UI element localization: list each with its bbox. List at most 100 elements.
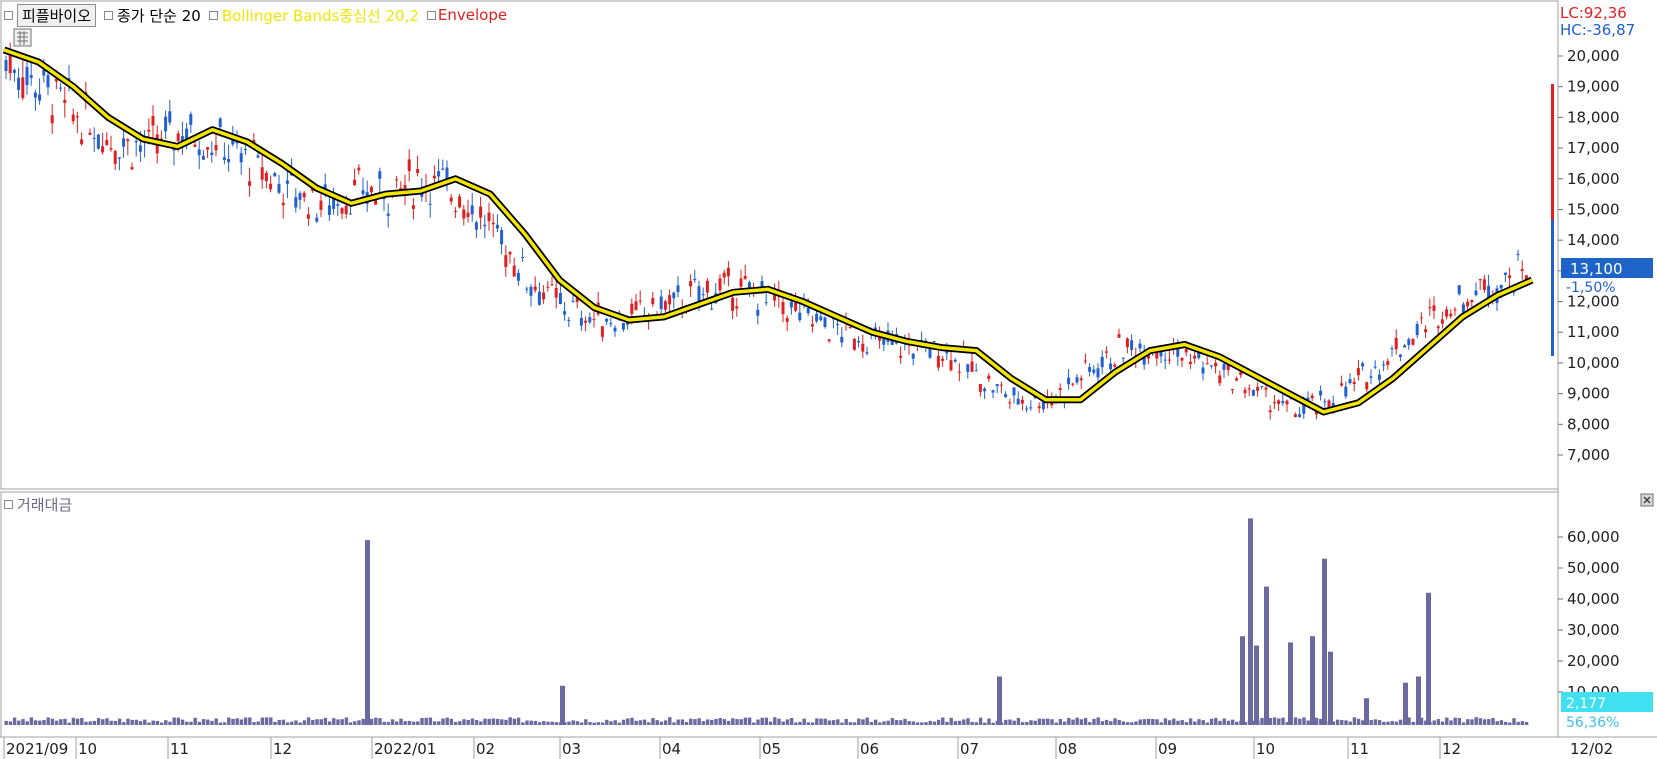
volume-bar (235, 718, 239, 725)
candle-body (71, 114, 75, 122)
date-tick-label: 03 (562, 740, 581, 758)
volume-bar (378, 718, 382, 725)
volume-bar (374, 717, 378, 725)
volume-bar (882, 721, 886, 725)
volume-bar (1025, 722, 1029, 725)
volume-bar (71, 717, 76, 725)
candle-body (563, 311, 567, 315)
volume-bar (441, 718, 445, 725)
candle-body (932, 341, 936, 343)
volume-bar (96, 718, 101, 725)
candle-body (273, 173, 277, 177)
volume-bar (445, 717, 449, 725)
candle-body (525, 288, 529, 290)
volume-bar (1188, 718, 1193, 725)
candle-body (550, 284, 554, 286)
candle-body (256, 155, 260, 158)
volume-bar (361, 718, 365, 725)
grid-icon[interactable] (13, 28, 32, 47)
volume-bar (1109, 721, 1113, 725)
candle-body (819, 316, 823, 321)
volume-bar (147, 722, 151, 725)
candle-body (941, 358, 945, 361)
candle-body (1256, 386, 1260, 391)
volume-bar (281, 719, 286, 725)
candle-body (449, 197, 453, 202)
candle-body (1230, 389, 1234, 391)
candle-body (613, 327, 617, 332)
volume-spike-bar (1254, 645, 1259, 725)
volume-tick-label: 20,000 (1567, 652, 1620, 670)
candle-body (1205, 363, 1209, 365)
volume-bar (185, 721, 189, 725)
candle-body (1285, 400, 1289, 405)
candle-body (1004, 394, 1008, 398)
candle-body (197, 149, 201, 156)
volume-bar (785, 719, 790, 725)
candle-body (1067, 377, 1071, 385)
candle-body (974, 370, 978, 372)
candle-body (1403, 345, 1407, 348)
candle-body (810, 324, 814, 327)
volume-bar (1516, 721, 1520, 725)
volume-bar (369, 718, 374, 725)
candle-body (651, 298, 655, 305)
volume-bar (537, 722, 542, 725)
volume-bar (873, 719, 878, 725)
volume-spike-bar (1403, 682, 1408, 725)
volume-bar (932, 721, 937, 725)
volume-bar (269, 717, 273, 725)
volume-bar (714, 718, 718, 725)
candle-body (361, 190, 365, 195)
volume-bar (1075, 717, 1079, 725)
volume-bar (294, 720, 298, 725)
volume-bar (739, 719, 743, 725)
candle-body (1268, 410, 1272, 413)
candle-body (201, 155, 205, 160)
candle-body (605, 318, 609, 322)
candle-body (592, 318, 596, 320)
volume-bar (46, 717, 50, 725)
volume-bar (1520, 721, 1525, 725)
volume-bar (54, 720, 59, 725)
candle-body (1235, 378, 1239, 381)
candle-body (693, 278, 697, 281)
volume-bar (1386, 721, 1390, 725)
volume-bar (752, 722, 756, 725)
candle-body (504, 255, 508, 268)
current-price: 13,100 (1570, 260, 1623, 278)
date-tick-label: 2022/01 (374, 740, 436, 758)
candle-body (353, 179, 357, 185)
candle-body (105, 140, 109, 145)
candle-body (579, 318, 583, 326)
volume-bar (983, 722, 987, 725)
volume-bar (1281, 717, 1285, 725)
volume-bar (33, 720, 38, 725)
date-tick-label: 07 (960, 740, 979, 758)
candle-body (546, 286, 550, 288)
volume-bar (491, 718, 496, 725)
candle-body (50, 115, 54, 124)
volume-bar (290, 721, 294, 725)
candle-body (1365, 382, 1369, 390)
candle-body (1428, 307, 1432, 309)
candle-body (432, 175, 436, 179)
volume-bar (911, 721, 916, 725)
candle-body (1016, 398, 1020, 405)
volume-spike-bar (1310, 636, 1315, 725)
candle-body (836, 324, 840, 326)
volume-bar (1020, 722, 1025, 725)
close-icon[interactable] (1640, 493, 1654, 507)
volume-bar (1172, 718, 1176, 725)
volume-bar (894, 720, 899, 725)
volume-bar (395, 721, 399, 725)
candle-body (1218, 375, 1222, 384)
chart-canvas[interactable]: 7,0008,0009,00010,00011,00012,00013,0001… (0, 0, 1657, 759)
candle-body (495, 224, 499, 229)
price-tick-label: 9,000 (1567, 385, 1610, 403)
volume-bar (462, 719, 466, 725)
bb-center-line (3, 48, 1533, 414)
candle-body (193, 144, 197, 147)
candle-body (966, 364, 970, 372)
candle-body (17, 77, 21, 90)
